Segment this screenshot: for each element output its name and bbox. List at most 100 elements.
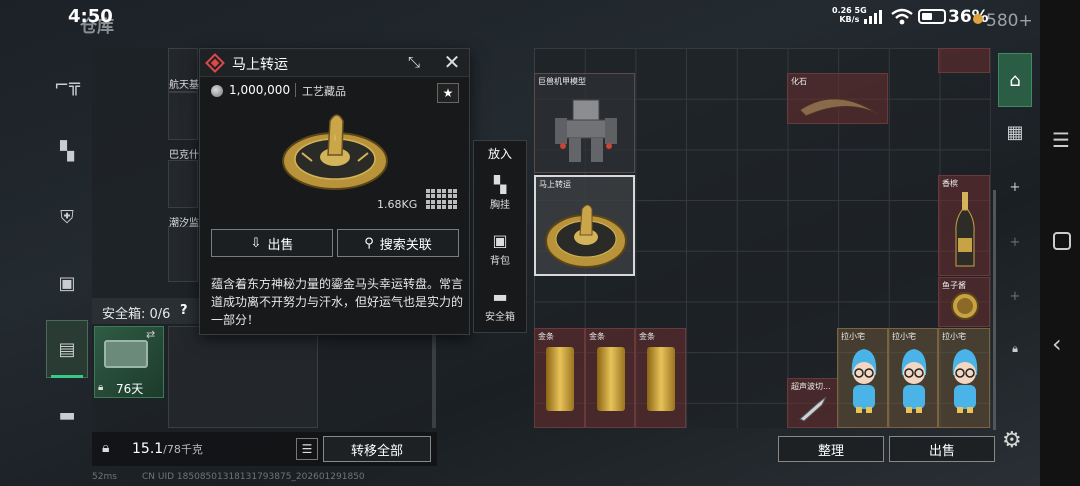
put-in-vest-button[interactable]: ▚ 胸挂 [474,169,526,219]
backpack-icon: ▣ [492,231,508,250]
home-button[interactable] [1053,232,1071,250]
clock: 4:50 [68,6,113,27]
coin-icon [973,14,983,24]
vest-icon: ▚ [493,175,507,194]
briefcase-icon [104,340,148,368]
bottom-info: 52ms CN UID 18508501318131793875_2026012… [46,472,1036,486]
stash-slot[interactable] [168,326,318,428]
popup-title: 马上转运 [232,57,288,73]
add-icon[interactable]: + [998,180,1032,195]
doll-figure-icon [851,349,877,413]
stash-slot[interactable] [168,226,198,282]
stash-item-label: 潮汐监 [169,218,199,229]
tab-stash-right[interactable]: ⌂ [998,53,1032,107]
item-price: 1,000,000 [229,83,291,97]
stash-item-label: 航天基 [169,80,199,91]
armor-icon: ⛨ [60,206,74,228]
lock-icon: 🔒︎ [1012,342,1018,355]
item-detail-popup: 马上转运 ⤡ ✕ 1,000,000 工艺藏品 ★ 1.68KG ⇩ 出售 ⚲ … [199,48,470,335]
safe-box-label: 安全箱: 0/6 [102,307,171,322]
safe-box-days: 76天 [116,382,144,396]
doll-figure-icon [952,349,978,413]
backpack-icon: ▣ [58,272,76,294]
lock-icon: 🔒︎ [98,382,104,393]
sell-all-button[interactable]: 出售 [889,436,995,462]
inventory-item-ultrasonic-knife[interactable]: 超声波切... [787,378,838,428]
lock-icon: 🔒︎ [102,440,110,456]
gear-icon[interactable]: ⚙ [1002,428,1022,453]
back-button[interactable]: ‹ [1052,330,1062,358]
swap-icon[interactable]: ⇄ [146,328,155,341]
wifi-icon [891,8,913,25]
inventory-item-doll[interactable]: 拉小宅 [888,328,938,428]
help-icon[interactable]: ? [180,303,188,318]
nav-case[interactable]: ▬ [46,386,88,444]
item-size-grid-icon [426,189,458,211]
ping: 52ms [92,472,117,482]
put-in-title: 放入 [487,147,512,161]
inventory-item-gold-bar[interactable]: 金条 [635,328,686,428]
nav-armor[interactable]: ⛨ [46,188,88,246]
inventory-item-champagne[interactable]: 香槟 [938,175,990,276]
nav-stash[interactable]: ▤ [46,320,88,378]
put-in-backpack-button[interactable]: ▣ 背包 [474,225,526,275]
champagne-bottle-icon [955,192,975,267]
doll-figure-icon [901,349,927,413]
inventory-item-gold-bar[interactable]: 金条 [585,328,635,428]
add-icon[interactable]: + [998,289,1032,304]
inventory-item-mech[interactable]: 巨兽机甲模型 [534,73,635,173]
nav-weapon[interactable]: ⌐╦ [46,56,88,114]
network-speed: 0.26 5G KB/s [832,6,867,24]
inventory-item-doll[interactable]: 拉小宅 [837,328,888,428]
inventory-item-turntable[interactable]: 马上转运 [534,175,635,276]
claw-fossil-icon [799,98,879,117]
search-related-button[interactable]: ⚲ 搜索关联 [337,229,459,257]
inventory-item-caviar[interactable]: 鱼子酱 [938,277,990,327]
briefcase-icon: ▬ [58,404,76,426]
stash-slot[interactable] [168,92,198,140]
storage-icon: ⌂ [1009,69,1021,91]
turntable-icon [545,204,627,268]
gold-bar-icon [647,347,675,411]
nav-vest[interactable]: ▚ [46,122,88,180]
put-in-safe-box-button[interactable]: ▬ 安全箱 [474,281,526,331]
close-button[interactable]: ✕ [440,51,464,73]
gold-bar-icon [597,347,625,411]
screen-icon[interactable]: ▦ [998,122,1032,143]
nav-backpack[interactable]: ▣ [46,254,88,312]
item-category: 工艺藏品 [302,85,346,98]
star-icon: ★ [442,86,454,100]
stash-slot[interactable] [168,160,198,208]
inventory-item-doll[interactable]: 拉小宅 [938,328,990,428]
list-icon: ☰ [301,442,313,456]
favorite-button[interactable]: ★ [437,83,459,103]
stash-icon: ▤ [58,338,76,360]
scalpel-icon [799,396,827,422]
sell-button[interactable]: ⇩ 出售 [211,229,333,257]
item-description: 蕴含着东方神秘力量的鎏金马头幸运转盘。常言道成功离不开努力与汗水，但好运气也是实… [211,277,464,327]
uid: CN UID 18508501318131793875_202601291850 [142,472,365,482]
vest-icon: ▚ [60,140,74,162]
currency-amount: 580+ [986,11,1033,31]
divider [295,83,296,97]
silver-coin-icon [211,85,223,97]
put-in-panel: 放入 ▚ 胸挂 ▣ 背包 ▬ 安全箱 [473,140,527,333]
signal-icon [864,8,886,24]
collapse-button[interactable]: ⤡ [403,53,425,73]
gold-bar-icon [546,347,574,411]
transfer-all-button[interactable]: 转移全部 [323,436,431,462]
list-view-button[interactable]: ☰ [296,438,318,460]
add-icon[interactable]: + [998,235,1032,250]
inventory-item-gold-bar[interactable]: 金条 [534,328,585,428]
inventory-scrollbar[interactable] [993,190,996,430]
pistol-icon: ⌐╦ [54,74,80,96]
inventory-item-fossil[interactable]: 化石 [787,73,888,124]
stash-weight: 15.1/78千克 [132,441,203,457]
mech-model-icon [555,99,617,162]
close-icon: ✕ [443,50,461,74]
search-icon: ⚲ [364,235,374,251]
sell-icon: ⇩ [250,235,262,251]
inventory-item-partial[interactable] [938,48,990,73]
menu-icon[interactable]: ☰ [1052,128,1070,152]
sort-button[interactable]: 整理 [778,436,884,462]
